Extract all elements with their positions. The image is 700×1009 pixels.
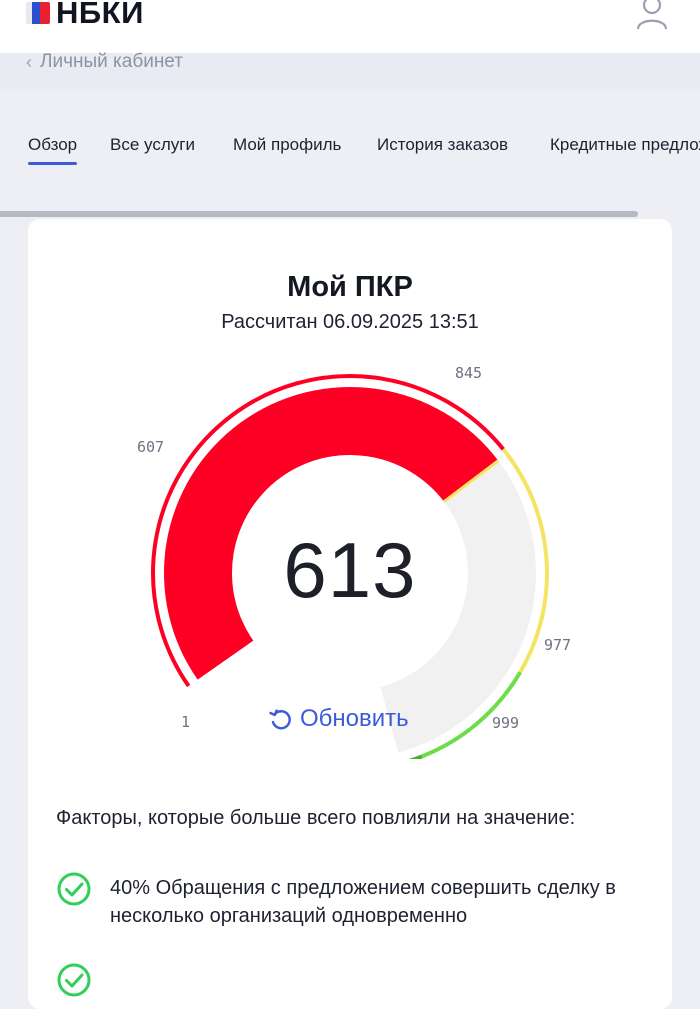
factors-title: Факторы, которые больше всего повлияли н… (56, 807, 576, 829)
breadcrumb-bar: ‹ Личный кабинет (0, 51, 700, 89)
tick-label-845: 845 (455, 364, 483, 382)
score-value: 613 (283, 526, 417, 614)
tick-label-min: 1 (181, 713, 191, 731)
tab-credit-offers[interactable]: Кредитные предложения (550, 135, 700, 155)
zone-top-ring (408, 754, 423, 759)
tick-label-977: 977 (544, 636, 572, 654)
nbki-flag-logo-icon (26, 2, 50, 24)
factor-item (56, 963, 656, 998)
refresh-label: Обновить (300, 705, 409, 732)
breadcrumb-label: Личный кабинет (40, 51, 183, 72)
tab-order-history[interactable]: История заказов (377, 135, 508, 155)
nav-tabs: Обзор Все услуги Мой профиль История зак… (0, 89, 700, 209)
chevron-left-icon: ‹ (26, 51, 32, 72)
factor-item: 40% Обращения с предложением совершить с… (56, 872, 656, 930)
score-card: Мой ПКР Рассчитан 06.09.2025 13:51 613 1… (28, 219, 672, 1009)
tab-my-profile[interactable]: Мой профиль (233, 135, 341, 155)
nbki-logo[interactable]: НБКИ (26, 0, 144, 30)
tab-overview[interactable]: Обзор (28, 135, 78, 165)
factor-text (110, 965, 650, 998)
tick-label-607: 607 (137, 438, 165, 456)
refresh-icon (269, 709, 291, 730)
check-circle-icon (57, 872, 91, 906)
logo-text: НБКИ (56, 0, 144, 30)
tick-label-max: 999 (492, 714, 520, 732)
breadcrumb[interactable]: ‹ Личный кабинет (26, 51, 183, 73)
check-circle-icon (57, 963, 91, 997)
user-profile-icon[interactable] (636, 0, 668, 30)
top-bar: НБКИ (0, 0, 700, 53)
score-gauge (151, 374, 549, 759)
tab-all-services[interactable]: Все услуги (110, 135, 195, 155)
tabs-scrollbar[interactable] (0, 211, 638, 217)
factor-text: 40% Обращения с предложением совершить с… (110, 877, 616, 927)
refresh-button[interactable]: Обновить (268, 705, 409, 733)
